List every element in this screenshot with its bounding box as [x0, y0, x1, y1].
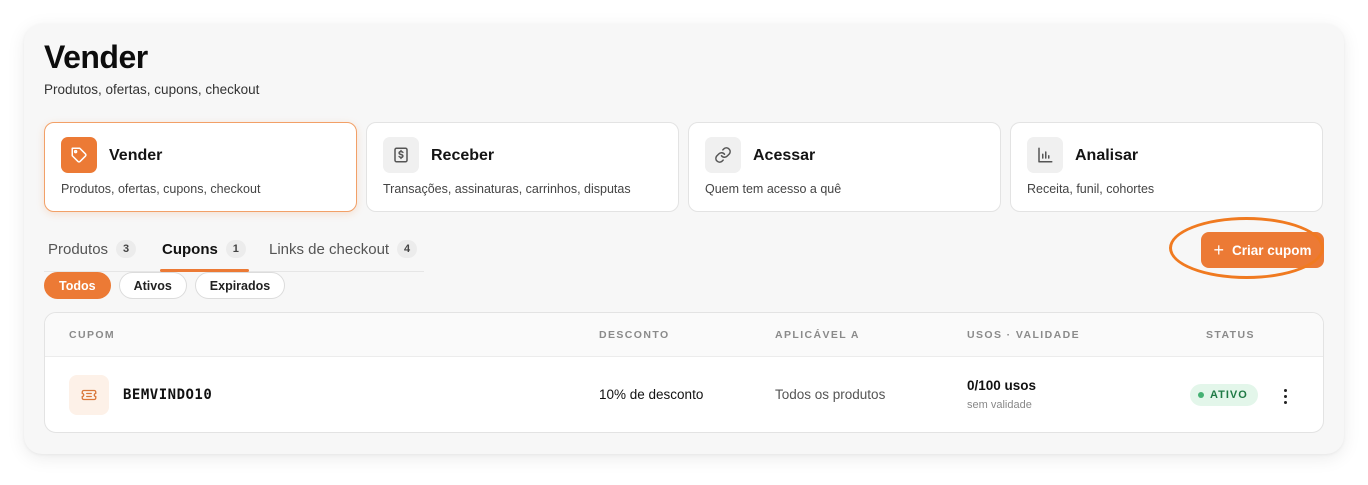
card-description: Quem tem acesso a quê [705, 182, 842, 196]
bar-chart-icon [1027, 137, 1063, 173]
card-description: Produtos, ofertas, cupons, checkout [61, 182, 261, 196]
status-dot-icon [1198, 392, 1204, 398]
plus-icon: + [1213, 240, 1224, 260]
coupon-code: BEMVINDO10 [123, 387, 213, 403]
status-badge: ATIVO [1190, 384, 1258, 406]
tab-cupons[interactable]: Cupons 1 [162, 240, 246, 258]
card-title: Acessar [753, 147, 816, 164]
card-acessar[interactable]: Acessar Quem tem acesso a quê [688, 122, 1001, 212]
filter-todos[interactable]: Todos [44, 272, 111, 299]
ticket-icon [69, 375, 109, 415]
tab-count: 1 [225, 240, 246, 258]
tab-produtos[interactable]: Produtos 3 [48, 240, 137, 258]
card-vender[interactable]: Vender Produtos, ofertas, cupons, checko… [44, 122, 357, 212]
tab-links-de-checkout[interactable]: Links de checkout 4 [269, 240, 418, 258]
column-header-usos: USOS · VALIDADE [967, 329, 1080, 341]
table-row[interactable]: BEMVINDO10 10% de desconto Todos os prod… [45, 357, 1323, 432]
card-receber[interactable]: Receber Transações, assinaturas, carrinh… [366, 122, 679, 212]
coupons-table: CUPOM DESCONTO APLICÁVEL A USOS · VALIDA… [44, 312, 1324, 433]
page-title: Vender [44, 39, 148, 75]
more-options-icon[interactable] [1275, 385, 1295, 407]
main-panel: Vender Produtos, ofertas, cupons, checko… [24, 24, 1344, 454]
card-description: Receita, funil, cohortes [1027, 182, 1155, 196]
card-description: Transações, assinaturas, carrinhos, disp… [383, 182, 631, 196]
coupon-applies-to: Todos os produtos [775, 387, 886, 402]
coupon-uses: 0/100 usos [967, 378, 1037, 393]
tab-label: Produtos [48, 240, 109, 258]
column-header-desconto: DESCONTO [599, 329, 670, 341]
column-header-cupom: CUPOM [69, 329, 116, 341]
page-subtitle: Produtos, ofertas, cupons, checkout [44, 82, 260, 97]
card-analisar[interactable]: Analisar Receita, funil, cohortes [1010, 122, 1323, 212]
create-coupon-label: Criar cupom [1231, 242, 1312, 258]
filter-expirados[interactable]: Expirados [194, 272, 286, 299]
tab-label: Cupons [162, 240, 218, 258]
card-title: Receber [431, 147, 495, 164]
tag-icon [61, 137, 97, 173]
card-title: Vender [109, 147, 163, 164]
card-title: Analisar [1075, 147, 1139, 164]
create-coupon-button[interactable]: + Criar cupom [1201, 232, 1324, 268]
filter-chips: Todos Ativos Expirados [44, 272, 286, 299]
tab-bar: Produtos 3 Cupons 1 Links de checkout 4 [44, 230, 424, 272]
section-cards: Vender Produtos, ofertas, cupons, checko… [44, 122, 1323, 212]
status-label: ATIVO [1210, 389, 1248, 401]
tab-count: 4 [397, 240, 418, 258]
column-header-status: STATUS [1206, 329, 1255, 341]
coupon-discount: 10% de desconto [599, 387, 704, 402]
tab-count: 3 [116, 240, 137, 258]
filter-ativos[interactable]: Ativos [118, 272, 187, 299]
coupon-validity: sem validade [967, 399, 1032, 411]
tab-label: Links de checkout [269, 240, 390, 258]
dollar-receipt-icon [383, 137, 419, 173]
column-header-aplicavel: APLICÁVEL A [775, 329, 860, 341]
link-icon [705, 137, 741, 173]
table-header: CUPOM DESCONTO APLICÁVEL A USOS · VALIDA… [45, 313, 1323, 357]
